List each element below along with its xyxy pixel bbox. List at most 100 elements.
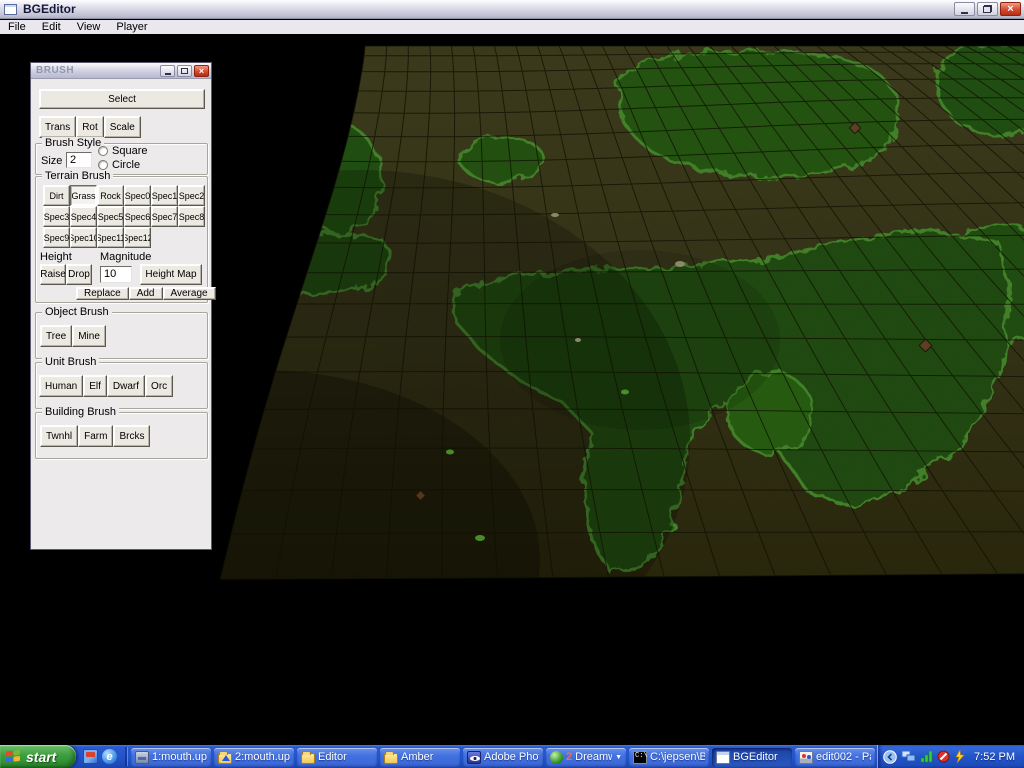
building-button-twnhl[interactable]: Twnhl bbox=[40, 425, 79, 447]
terrain-brush-legend: Terrain Brush bbox=[42, 170, 114, 182]
texture-button-spec9[interactable]: Spec9 bbox=[43, 227, 70, 248]
unit-button-elf[interactable]: Elf bbox=[83, 375, 107, 397]
texture-button-rock[interactable]: Rock bbox=[97, 185, 124, 206]
object-brush-group: Object Brush Tree Mine bbox=[35, 306, 208, 359]
taskbar: start e 1:mouth.upl.... 2:mouth.upl.... Ed… bbox=[0, 745, 1024, 768]
task-button-1-mouth-upl-[interactable]: 1:mouth.upl.... bbox=[131, 747, 211, 767]
power-bolt-icon[interactable] bbox=[954, 750, 967, 763]
app-icon bbox=[4, 3, 17, 15]
brush-palette-window[interactable]: BRUSH × Select Trans Rot Scale Brush Style… bbox=[30, 62, 216, 550]
texture-button-spec5[interactable]: Spec5 bbox=[97, 206, 124, 227]
brush-maximize-button[interactable] bbox=[177, 65, 192, 77]
shape-radio-square[interactable]: Square bbox=[98, 145, 147, 157]
size-input[interactable]: 2 bbox=[66, 152, 92, 168]
unit-button-dwarf[interactable]: Dwarf bbox=[106, 375, 146, 397]
task-button-2-mouth-upl-[interactable]: 2:mouth.upl.... bbox=[214, 747, 294, 767]
menubar: File Edit View Player bbox=[0, 20, 1024, 34]
menu-item-edit[interactable]: Edit bbox=[34, 20, 69, 34]
task-button-editor[interactable]: Editor bbox=[297, 747, 377, 767]
texture-button-spec8[interactable]: Spec8 bbox=[178, 206, 205, 227]
size-label: Size bbox=[41, 155, 63, 167]
transform-button-scale[interactable]: Scale bbox=[103, 116, 141, 138]
mode-button-add[interactable]: Add bbox=[128, 287, 163, 300]
building-button-brcks[interactable]: Brcks bbox=[113, 425, 151, 447]
texture-button-spec0[interactable]: Spec0 bbox=[124, 185, 151, 206]
texture-button-spec7[interactable]: Spec7 bbox=[151, 206, 178, 227]
folder-icon bbox=[301, 750, 315, 764]
close-icon: × bbox=[1007, 2, 1014, 15]
texture-button-spec11[interactable]: Spec11 bbox=[97, 227, 124, 248]
terrain-brush-group: Terrain Brush Dirt Grass Rock Spec0 Spec1 Spe… bbox=[35, 170, 216, 303]
task-label: Amber bbox=[401, 751, 434, 763]
texture-button-spec4[interactable]: Spec4 bbox=[70, 206, 97, 227]
object-button-mine[interactable]: Mine bbox=[72, 325, 106, 347]
taskbar-divider bbox=[125, 747, 127, 766]
unit-button-orc[interactable]: Orc bbox=[145, 375, 174, 397]
start-button[interactable]: start bbox=[0, 745, 76, 768]
window-icon bbox=[716, 750, 730, 764]
signal-strength-icon[interactable] bbox=[920, 750, 933, 763]
cmd-icon bbox=[633, 750, 648, 764]
task-button-edit002-paint[interactable]: edit002 - Paint bbox=[795, 747, 875, 767]
building-brush-legend: Building Brush bbox=[42, 406, 119, 418]
close-button[interactable]: × bbox=[1000, 2, 1021, 16]
select-button[interactable]: Select bbox=[39, 89, 205, 109]
system-tray: 7:52 PM bbox=[877, 745, 1024, 768]
task-button-adobe-photo-[interactable]: Adobe Photo... bbox=[463, 747, 543, 767]
height-map-button[interactable]: Height Map bbox=[140, 264, 202, 285]
group-dropdown-icon[interactable]: ▼ bbox=[615, 754, 622, 761]
task-button-amber[interactable]: Amber bbox=[380, 747, 460, 767]
task-label: C:\jepsen\Ba... bbox=[650, 751, 705, 763]
radio-icon bbox=[98, 146, 108, 156]
maximize-icon bbox=[181, 68, 188, 74]
building-button-farm[interactable]: Farm bbox=[78, 425, 114, 447]
mode-button-average[interactable]: Average bbox=[162, 287, 216, 300]
terrain-render[interactable] bbox=[210, 40, 1024, 585]
mode-button-replace[interactable]: Replace bbox=[76, 287, 129, 300]
texture-button-spec1[interactable]: Spec1 bbox=[151, 185, 178, 206]
task-button-bgeditor[interactable]: BGEditor bbox=[712, 747, 792, 767]
transform-button-rot[interactable]: Rot bbox=[76, 116, 104, 138]
object-button-tree[interactable]: Tree bbox=[40, 325, 73, 347]
collapse-chevron-icon[interactable] bbox=[883, 749, 897, 764]
minimize-icon bbox=[164, 72, 171, 75]
task-button-dreamwe-[interactable]: 2Dreamwe...▼ bbox=[546, 747, 626, 767]
dreamweaver-icon bbox=[550, 750, 563, 764]
texture-button-dirt[interactable]: Dirt bbox=[43, 185, 70, 206]
raise-button[interactable]: Raise bbox=[40, 264, 66, 285]
menu-item-player[interactable]: Player bbox=[108, 20, 155, 34]
window-titlebar[interactable]: BGEditor × bbox=[0, 0, 1024, 19]
menu-item-view[interactable]: View bbox=[69, 20, 109, 34]
brush-close-button[interactable]: × bbox=[194, 65, 209, 77]
task-button-c-jepsen-ba-[interactable]: C:\jepsen\Ba... bbox=[629, 747, 709, 767]
folder-up-icon bbox=[218, 750, 232, 764]
radio-icon bbox=[98, 160, 108, 170]
texture-button-spec6[interactable]: Spec6 bbox=[124, 206, 151, 227]
media-player-icon[interactable] bbox=[83, 749, 98, 764]
menu-item-file[interactable]: File bbox=[0, 20, 34, 34]
transform-button-trans[interactable]: Trans bbox=[39, 116, 77, 138]
drop-button[interactable]: Drop bbox=[66, 264, 92, 285]
brush-title: BRUSH bbox=[36, 65, 75, 76]
restore-icon bbox=[983, 5, 992, 13]
folder-icon bbox=[384, 750, 398, 764]
restore-button[interactable] bbox=[977, 2, 998, 16]
minimize-button[interactable] bbox=[954, 2, 975, 16]
unit-button-human[interactable]: Human bbox=[39, 375, 84, 397]
texture-button-spec2[interactable]: Spec2 bbox=[178, 185, 205, 206]
brush-style-legend: Brush Style bbox=[42, 137, 105, 149]
texture-button-spec10[interactable]: Spec10 bbox=[70, 227, 97, 248]
blocked-alert-icon[interactable] bbox=[937, 750, 950, 763]
texture-button-spec3[interactable]: Spec3 bbox=[43, 206, 70, 227]
internet-explorer-icon[interactable]: e bbox=[102, 749, 117, 764]
magnitude-input[interactable]: 10 bbox=[100, 266, 132, 283]
brush-titlebar[interactable]: BRUSH × bbox=[31, 63, 211, 79]
texture-button-grid: Dirt Grass Rock Spec0 Spec1 Spec2 Spec3 Spec4 Sp… bbox=[43, 185, 207, 248]
texture-button-spec12[interactable]: Spec12 bbox=[124, 227, 151, 248]
task-label: edit002 - Paint bbox=[816, 751, 871, 763]
window-title: BGEditor bbox=[23, 2, 76, 16]
brush-minimize-button[interactable] bbox=[160, 65, 175, 77]
quick-launch-area: e bbox=[76, 749, 124, 764]
texture-button-grass[interactable]: Grass bbox=[70, 185, 97, 206]
network-icon[interactable] bbox=[901, 750, 916, 763]
